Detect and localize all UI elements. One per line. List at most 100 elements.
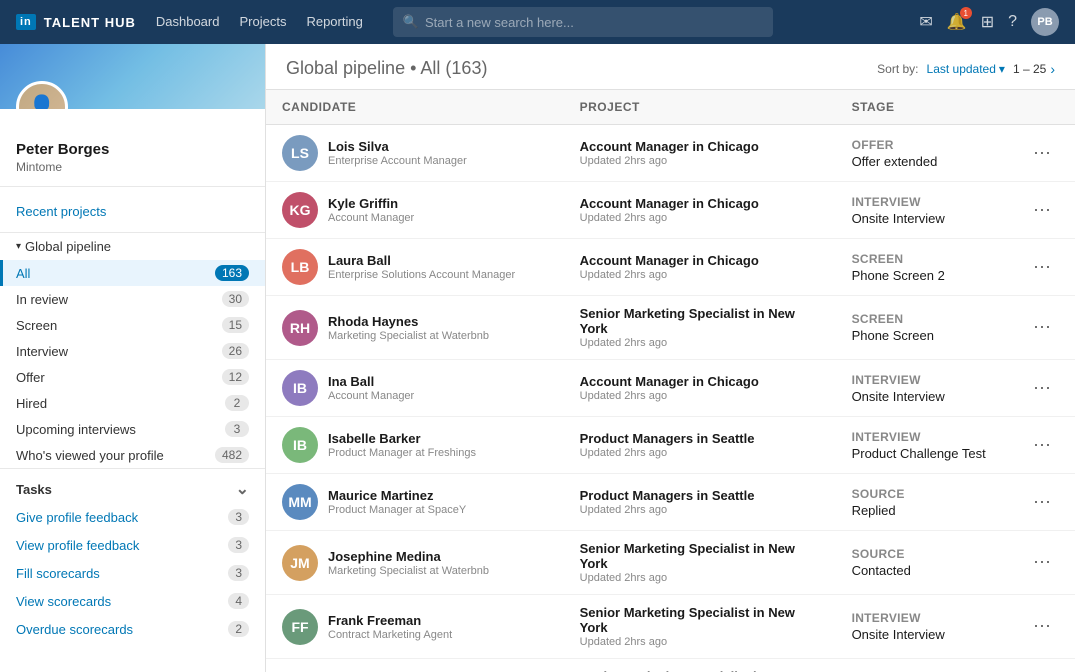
more-options-button[interactable]: ⋯ bbox=[1025, 374, 1059, 403]
candidates-table: Candidate Project Stage LS Lois Silva En… bbox=[266, 90, 1075, 672]
table-row[interactable]: BL Beulah Lawrence Associate Marketing S… bbox=[266, 659, 1075, 672]
candidate-cell: IB Ina Ball Account Manager bbox=[266, 360, 564, 417]
pipeline-item-offer[interactable]: Offer 12 bbox=[0, 364, 265, 390]
user-company: Mintome bbox=[16, 160, 249, 174]
candidate-title: Product Manager at SpaceY bbox=[328, 504, 466, 516]
pipeline-label: In review bbox=[16, 292, 68, 307]
sort-value[interactable]: Last updated ▾ bbox=[927, 62, 1005, 76]
more-options-button[interactable]: ⋯ bbox=[1025, 431, 1059, 460]
nav-dashboard[interactable]: Dashboard bbox=[156, 14, 220, 29]
table-header: Candidate Project Stage bbox=[266, 90, 1075, 125]
table-row[interactable]: FF Frank Freeman Contract Marketing Agen… bbox=[266, 595, 1075, 659]
grid-icon[interactable]: ⊞ bbox=[981, 12, 994, 32]
main-content: Global pipeline • All (163) Sort by: Las… bbox=[266, 44, 1075, 672]
pipeline-label: Hired bbox=[16, 396, 47, 411]
profile-banner: 👤 bbox=[0, 44, 265, 109]
stage-cell: Interview Onsite Interview bbox=[836, 182, 1009, 239]
user-avatar[interactable]: PB bbox=[1031, 8, 1059, 36]
actions-cell: ⋯ bbox=[1009, 125, 1075, 182]
more-options-button[interactable]: ⋯ bbox=[1025, 313, 1059, 342]
app-logo[interactable]: in TALENT HUB bbox=[16, 14, 136, 30]
pagination-next[interactable]: › bbox=[1050, 61, 1055, 77]
candidate-info: Rhoda Haynes Marketing Specialist at Wat… bbox=[328, 314, 489, 342]
project-cell: Account Manager in Chicago Updated 2hrs … bbox=[564, 182, 836, 239]
candidate-avatar: MM bbox=[282, 484, 318, 520]
task-item[interactable]: Overdue scorecards 2 bbox=[0, 615, 265, 643]
candidate-avatar: IB bbox=[282, 370, 318, 406]
stage-cell: Interview Onsite Interview bbox=[836, 595, 1009, 659]
task-count: 3 bbox=[228, 537, 249, 553]
pipeline-label: Screen bbox=[16, 318, 57, 333]
nav-projects[interactable]: Projects bbox=[239, 14, 286, 29]
stage-category: Source bbox=[852, 547, 993, 561]
nav-reporting[interactable]: Reporting bbox=[306, 14, 362, 29]
who-viewed-label: Who's viewed your profile bbox=[16, 448, 164, 463]
page-title-sub: • bbox=[410, 58, 420, 78]
table-row[interactable]: KG Kyle Griffin Account Manager Account … bbox=[266, 182, 1075, 239]
project-updated: Updated 2hrs ago bbox=[580, 447, 820, 459]
table-row[interactable]: IB Isabelle Barker Product Manager at Fr… bbox=[266, 417, 1075, 474]
table-row[interactable]: LB Laura Ball Enterprise Solutions Accou… bbox=[266, 239, 1075, 296]
task-count: 2 bbox=[228, 621, 249, 637]
more-options-button[interactable]: ⋯ bbox=[1025, 253, 1059, 282]
pipeline-item-in-review[interactable]: In review 30 bbox=[0, 286, 265, 312]
column-project: Project bbox=[564, 90, 836, 125]
more-options-button[interactable]: ⋯ bbox=[1025, 548, 1059, 577]
upcoming-interviews-item[interactable]: Upcoming interviews 3 bbox=[0, 416, 265, 442]
search-bar[interactable]: 🔍 bbox=[393, 7, 773, 37]
more-options-button[interactable]: ⋯ bbox=[1025, 196, 1059, 225]
search-input[interactable] bbox=[425, 15, 763, 30]
pipeline-item-interview[interactable]: Interview 26 bbox=[0, 338, 265, 364]
more-options-button[interactable]: ⋯ bbox=[1025, 139, 1059, 168]
stage-cell: Source Contacted bbox=[836, 531, 1009, 595]
task-item[interactable]: Fill scorecards 3 bbox=[0, 559, 265, 587]
candidate-name: Kyle Griffin bbox=[328, 196, 414, 211]
task-item[interactable]: View profile feedback 3 bbox=[0, 531, 265, 559]
candidate-info: Maurice Martinez Product Manager at Spac… bbox=[328, 488, 466, 516]
project-updated: Updated 2hrs ago bbox=[580, 572, 820, 584]
project-updated: Updated 2hrs ago bbox=[580, 504, 820, 516]
pipeline-item-all[interactable]: All 163 bbox=[0, 260, 265, 286]
tasks-collapse-button[interactable]: ⌄ bbox=[236, 479, 249, 499]
stage-cell: Offer Offer extended bbox=[836, 125, 1009, 182]
stage-category: Screen bbox=[852, 312, 993, 326]
profile-avatar[interactable]: 👤 bbox=[16, 81, 68, 109]
recent-projects-link[interactable]: Recent projects bbox=[16, 199, 249, 224]
notifications-icon[interactable]: 🔔 1 bbox=[947, 12, 967, 32]
stage-detail: Contacted bbox=[852, 563, 993, 578]
stage-cell: Source Replied bbox=[836, 474, 1009, 531]
help-icon[interactable]: ? bbox=[1008, 13, 1017, 31]
task-item[interactable]: View scorecards 4 bbox=[0, 587, 265, 615]
who-viewed-item[interactable]: Who's viewed your profile 482 bbox=[0, 442, 265, 468]
table-row[interactable]: RH Rhoda Haynes Marketing Specialist at … bbox=[266, 296, 1075, 360]
pipeline-label: Interview bbox=[16, 344, 68, 359]
more-options-button[interactable]: ⋯ bbox=[1025, 488, 1059, 517]
stage-cell: Interview Product Challenge Test bbox=[836, 417, 1009, 474]
pipeline-count: 2 bbox=[225, 395, 249, 411]
candidate-title: Contract Marketing Agent bbox=[328, 629, 452, 641]
task-item[interactable]: Give profile feedback 3 bbox=[0, 503, 265, 531]
task-count: 3 bbox=[228, 565, 249, 581]
table-row[interactable]: LS Lois Silva Enterprise Account Manager… bbox=[266, 125, 1075, 182]
app-name: TALENT HUB bbox=[44, 15, 136, 30]
candidate-name: Frank Freeman bbox=[328, 613, 452, 628]
candidate-info: Josephine Medina Marketing Specialist at… bbox=[328, 549, 489, 577]
table-row[interactable]: IB Ina Ball Account Manager Account Mana… bbox=[266, 360, 1075, 417]
content-header: Global pipeline • All (163) Sort by: Las… bbox=[266, 44, 1075, 90]
candidate-name: Josephine Medina bbox=[328, 549, 489, 564]
table-row[interactable]: MM Maurice Martinez Product Manager at S… bbox=[266, 474, 1075, 531]
candidate-info: Ina Ball Account Manager bbox=[328, 374, 414, 402]
table-row[interactable]: JM Josephine Medina Marketing Specialist… bbox=[266, 531, 1075, 595]
pipeline-item-screen[interactable]: Screen 15 bbox=[0, 312, 265, 338]
nav-links: Dashboard Projects Reporting bbox=[156, 13, 363, 31]
avatar-wrapper: 👤 bbox=[16, 81, 68, 109]
pipeline-label: All bbox=[16, 266, 30, 281]
candidate-title: Marketing Specialist at Waterbnb bbox=[328, 330, 489, 342]
more-options-button[interactable]: ⋯ bbox=[1025, 612, 1059, 641]
global-pipeline-header[interactable]: ▾ Global pipeline bbox=[0, 233, 265, 260]
candidate-name: Rhoda Haynes bbox=[328, 314, 489, 329]
candidate-info: Kyle Griffin Account Manager bbox=[328, 196, 414, 224]
mail-icon[interactable]: ✉ bbox=[919, 12, 932, 32]
pipeline-item-hired[interactable]: Hired 2 bbox=[0, 390, 265, 416]
sort-by-label: Sort by: bbox=[877, 62, 918, 76]
